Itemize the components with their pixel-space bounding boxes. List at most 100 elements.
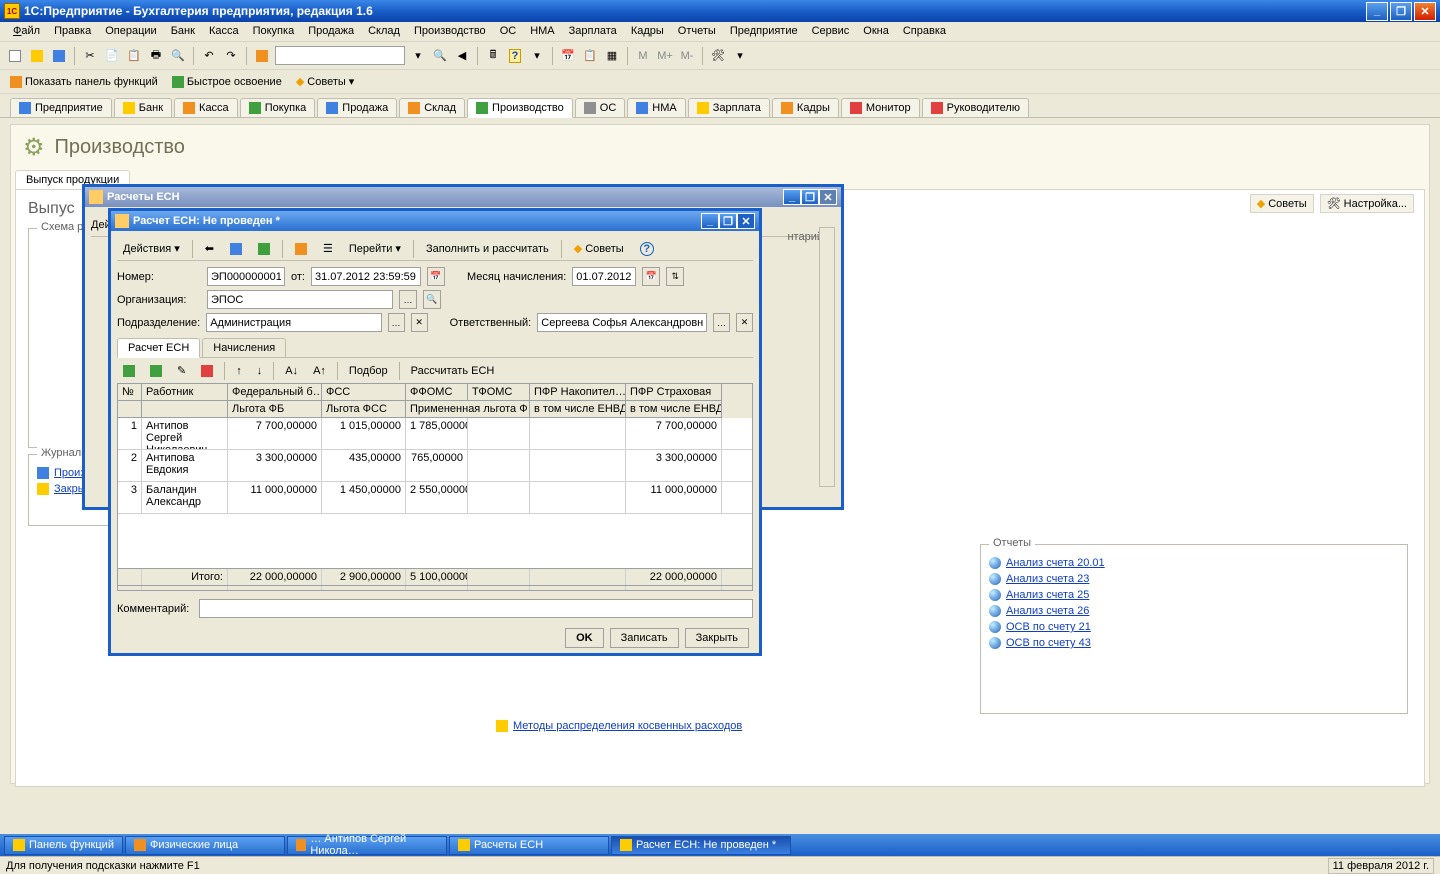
quick-learn-button[interactable]: Быстрое освоение [168,74,286,90]
save-button[interactable]: Записать [610,628,679,648]
grid-sort-asc-icon[interactable]: A↓ [279,362,304,380]
settings-btn[interactable]: 🛠 Настройка... [1320,194,1414,213]
grid-recalc-button[interactable]: Рассчитать ЕСН [405,362,501,380]
grid-delete-icon[interactable] [195,362,219,380]
menu-sale[interactable]: Продажа [301,22,361,41]
menu-edit[interactable]: Правка [47,22,98,41]
dept-clear-icon[interactable]: ✕ [411,313,428,332]
search-input[interactable] [275,46,405,65]
tab-bank[interactable]: Банк [114,98,172,117]
dlg-post-icon[interactable] [252,240,276,258]
report-link-1[interactable]: Анализ счета 20.01 [989,557,1399,569]
dlg-maximize[interactable]: ❐ [719,213,737,229]
col-worker[interactable]: Работник [142,384,228,401]
grid-sort-desc-icon[interactable]: A↑ [307,362,332,380]
redo-icon[interactable]: ↷ [222,47,240,65]
menu-nma[interactable]: НМА [523,22,561,41]
close-button-dlg[interactable]: Закрыть [685,628,749,648]
task-esn-list[interactable]: Расчеты ЕСН [449,836,609,855]
menu-purchase[interactable]: Покупка [246,22,302,41]
menu-warehouse[interactable]: Склад [361,22,407,41]
col-pfr-str[interactable]: ПФР Страховая [626,384,722,401]
list-icon[interactable]: 📋 [581,47,599,65]
col-ffoms[interactable]: ФФОМС [406,384,468,401]
tab-manager[interactable]: Руководителю [922,98,1029,117]
col-fss2[interactable]: Льгота ФСС [322,401,406,418]
tab-production[interactable]: Производство [467,98,573,118]
resp-select-icon[interactable]: … [713,313,730,332]
minimize-button[interactable]: _ [1366,2,1388,21]
org-select-icon[interactable]: … [399,290,417,309]
menu-help[interactable]: Справка [896,22,953,41]
maximize-button[interactable]: ❐ [1390,2,1412,21]
date-picker-icon[interactable]: 📅 [427,267,445,286]
col-ffoms2[interactable]: Примененная льгота Ф… [406,401,530,418]
dlg-help-icon[interactable]: ? [634,239,660,259]
report-link-6[interactable]: ОСВ по счету 43 [989,637,1399,649]
calc-icon[interactable]: 🖩 [484,47,502,65]
input-comment[interactable] [199,599,753,618]
win-back-maximize[interactable]: ❐ [801,189,819,205]
close-button[interactable]: ✕ [1414,2,1436,21]
col-n[interactable]: № [118,384,142,401]
dlg-back-icon[interactable]: ⬅ [199,239,220,258]
help-icon[interactable]: ? [506,47,524,65]
dlg-minimize[interactable]: _ [701,213,719,229]
col-tfoms[interactable]: ТФОМС [468,384,530,401]
journal-icon[interactable] [253,47,271,65]
advice-btn[interactable]: ◆Советы [1250,194,1314,213]
tab-sale[interactable]: Продажа [317,98,397,117]
win-back-close[interactable]: ✕ [819,189,837,205]
tab-personnel[interactable]: Кадры [772,98,839,117]
grid-down-icon[interactable]: ↓ [251,362,269,380]
undo-icon[interactable]: ↶ [200,47,218,65]
dropdown2-icon[interactable]: ▾ [731,47,749,65]
report-link-3[interactable]: Анализ счета 25 [989,589,1399,601]
tab-salary[interactable]: Зарплата [688,98,770,117]
m-icon[interactable]: M [634,47,652,65]
search-next-icon[interactable]: ▾ [409,47,427,65]
subtab-accruals[interactable]: Начисления [202,338,286,357]
dlg-struct-icon[interactable] [289,240,313,258]
dlg-list-icon[interactable]: ☰ [317,239,339,258]
input-resp[interactable] [537,313,707,332]
m-plus-icon[interactable]: M+ [656,47,674,65]
show-panel-button[interactable]: Показать панель функций [6,74,162,90]
tab-os[interactable]: ОС [575,98,626,117]
save-icon[interactable] [50,47,68,65]
dlg-actions-button[interactable]: Действия ▾ [117,239,186,258]
preview-icon[interactable]: 🔍 [169,47,187,65]
grid-up-icon[interactable]: ↑ [230,362,248,380]
menu-file[interactable]: Файл [6,22,47,41]
dept-select-icon[interactable]: … [388,313,405,332]
resp-clear-icon[interactable]: ✕ [736,313,753,332]
input-date[interactable] [311,267,421,286]
task-esn-calc[interactable]: Расчет ЕСН: Не проведен * [611,836,791,855]
menu-reports[interactable]: Отчеты [671,22,723,41]
report-link-2[interactable]: Анализ счета 23 [989,573,1399,585]
grid-select-button[interactable]: Подбор [343,362,394,380]
grid-copy-icon[interactable] [144,362,168,380]
tab-warehouse[interactable]: Склад [399,98,465,117]
tab-enterprise[interactable]: Предприятие [10,98,112,117]
paste-icon[interactable]: 📋 [125,47,143,65]
win-back-minimize[interactable]: _ [783,189,801,205]
methods-link[interactable]: Методы распределения косвенных расходов [496,720,742,732]
grid-add-icon[interactable] [117,362,141,380]
tab-nma[interactable]: НМА [627,98,685,117]
menu-production[interactable]: Производство [407,22,493,41]
dlg-advice-button[interactable]: ◆Советы [568,239,630,258]
grid-icon[interactable]: ▦ [603,47,621,65]
month-picker-icon[interactable]: 📅 [642,267,660,286]
menu-os[interactable]: ОС [493,22,524,41]
print-icon[interactable]: 🖶 [147,47,165,65]
input-org[interactable] [207,290,393,309]
calendar-icon[interactable]: 📅 [559,47,577,65]
menu-salary[interactable]: Зарплата [562,22,624,41]
dlg-close[interactable]: ✕ [737,213,755,229]
find-prev-icon[interactable]: ◀ [453,47,471,65]
col-fss[interactable]: ФСС [322,384,406,401]
menu-personnel[interactable]: Кадры [624,22,671,41]
tab-monitor[interactable]: Монитор [841,98,920,117]
menu-bank[interactable]: Банк [164,22,202,41]
